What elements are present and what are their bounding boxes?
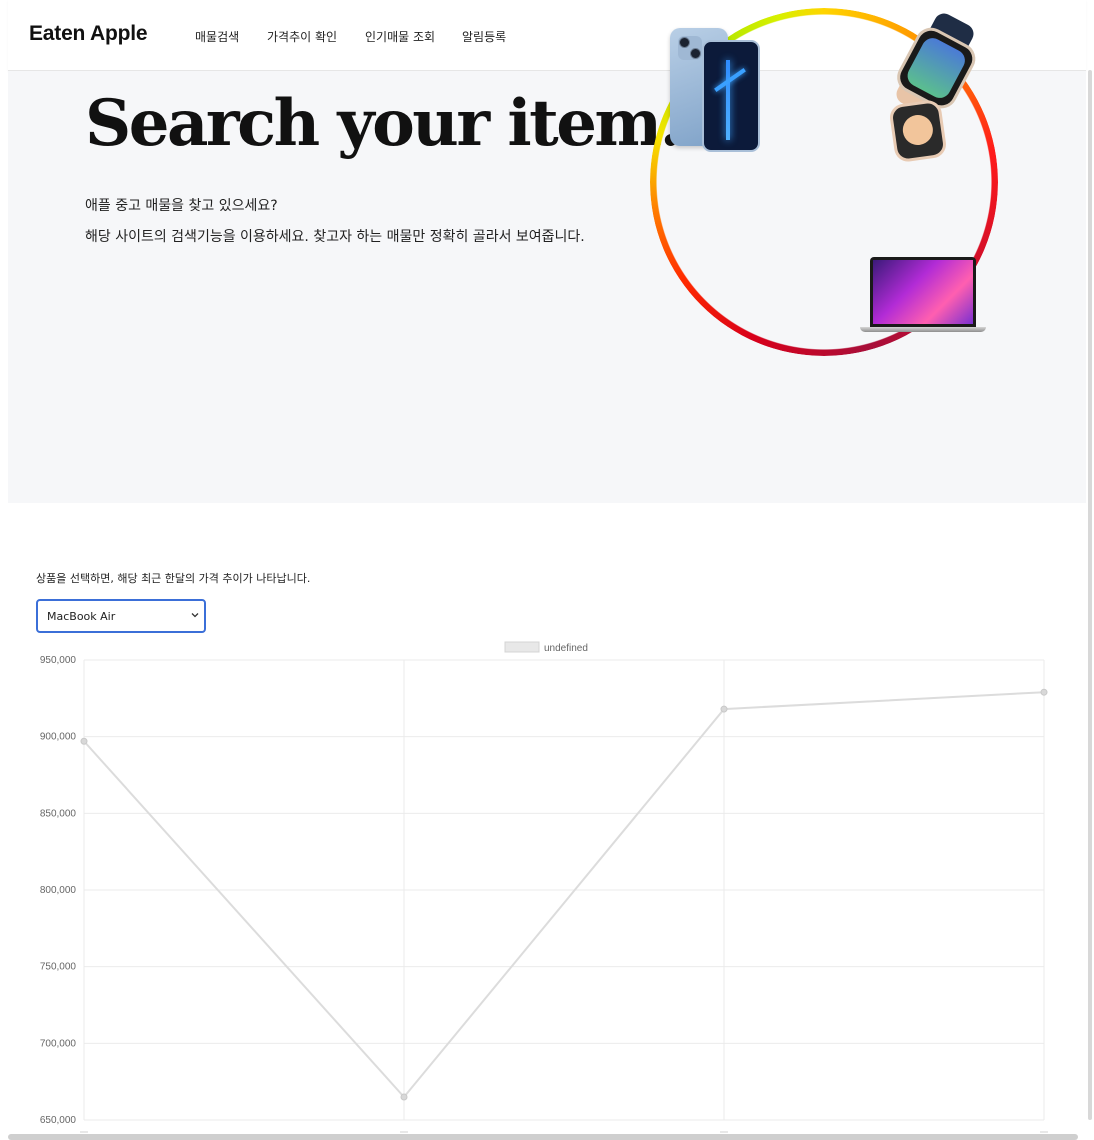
macbook-image bbox=[870, 257, 976, 327]
y-tick-label: 800,000 bbox=[40, 885, 77, 896]
product-select[interactable]: MacBook Air bbox=[36, 599, 206, 633]
nav-item-search[interactable]: 매물검색 bbox=[195, 28, 239, 45]
series-line bbox=[83, 691, 1045, 1099]
iphone-screen-image bbox=[702, 40, 760, 152]
y-tick-label: 950,000 bbox=[40, 655, 77, 666]
y-tick-label: 650,000 bbox=[40, 1115, 77, 1126]
product-select-value: MacBook Air bbox=[47, 610, 116, 623]
nav-item-popular[interactable]: 인기매물 조회 bbox=[365, 28, 435, 45]
apple-watch-face-image bbox=[888, 98, 948, 164]
y-tick-label: 750,000 bbox=[40, 962, 77, 973]
hero-title: Search your item. bbox=[85, 86, 682, 161]
data-point bbox=[720, 705, 728, 713]
brand-logo[interactable]: Eaten Apple bbox=[29, 22, 148, 46]
hero-description: 해당 사이트의 검색기능을 이용하세요. 찾고자 하는 매물만 정확히 골라서 … bbox=[85, 229, 585, 245]
legend-swatch bbox=[504, 641, 540, 653]
legend-label: undefined bbox=[544, 643, 588, 654]
vertical-scrollbar[interactable] bbox=[1088, 70, 1092, 1120]
price-trend-caption: 상품을 선택하면, 해당 최근 한달의 가격 추이가 나타납니다. bbox=[36, 572, 311, 585]
macbook-base-image bbox=[860, 327, 986, 332]
data-point bbox=[1040, 688, 1048, 696]
price-trend-chart: undefined 950,000 900,000 850,000 800,000 750… bbox=[40, 641, 1048, 1133]
nav-item-price-trend[interactable]: 가격추이 확인 bbox=[267, 28, 337, 45]
chevron-down-icon bbox=[191, 613, 199, 618]
hero-subtitle: 애플 중고 매물을 찾고 있으세요? bbox=[85, 198, 278, 214]
data-point bbox=[80, 737, 88, 745]
y-tick-label: 850,000 bbox=[40, 808, 77, 819]
y-tick-label: 700,000 bbox=[40, 1038, 77, 1049]
y-tick-label: 900,000 bbox=[40, 732, 77, 743]
nav-item-alert[interactable]: 알림등록 bbox=[462, 28, 506, 45]
data-point bbox=[400, 1093, 408, 1101]
horizontal-scrollbar[interactable] bbox=[8, 1134, 1078, 1140]
